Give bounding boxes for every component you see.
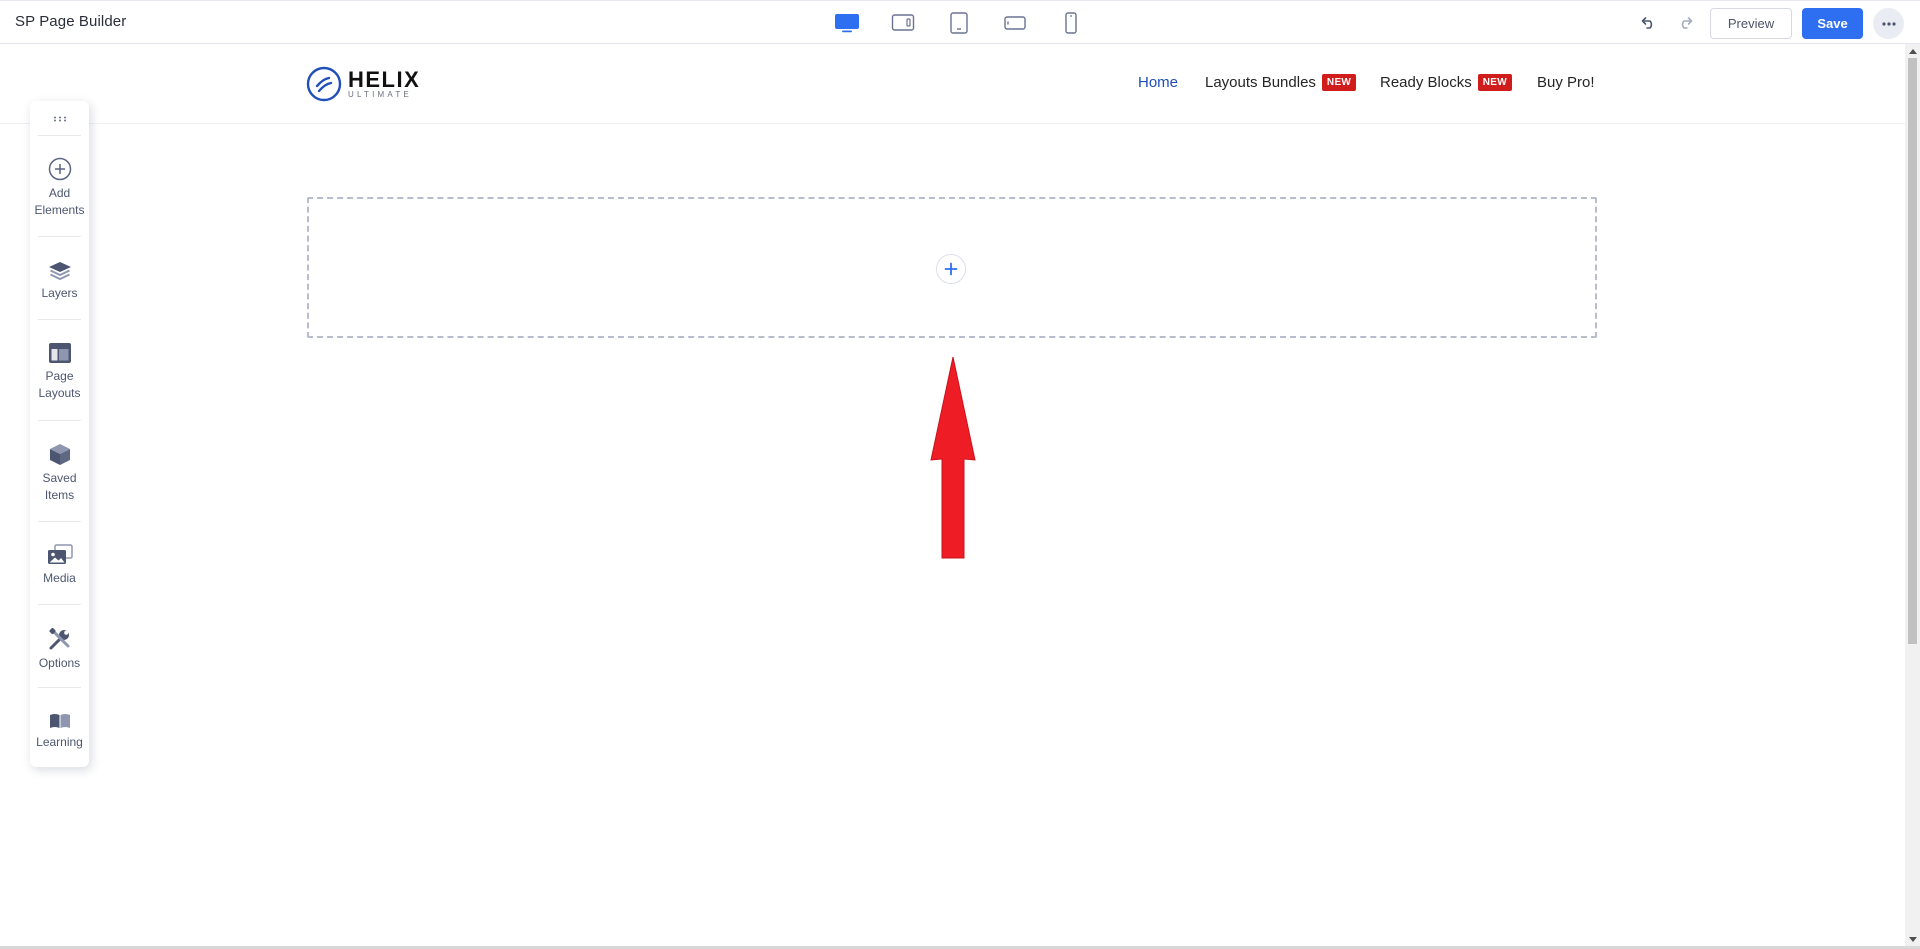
new-badge: NEW <box>1477 74 1512 91</box>
laptop-view-button[interactable] <box>888 9 918 37</box>
nav-item-label: Home <box>1138 74 1179 91</box>
tool-label: Options <box>38 656 81 670</box>
tablet-icon <box>950 12 968 34</box>
plus-icon <box>944 262 958 276</box>
desktop-icon <box>835 14 859 33</box>
preview-button[interactable]: Preview <box>1710 8 1792 39</box>
app-title: SP Page Builder <box>15 13 127 30</box>
page-layout-icon <box>48 343 71 363</box>
book-icon <box>49 714 70 728</box>
nav-item-label: Buy Pro! <box>1537 74 1595 91</box>
divider <box>38 135 81 136</box>
scroll-thumb[interactable] <box>1908 58 1917 644</box>
divider <box>38 319 81 320</box>
tool-label: Add Elements <box>34 186 85 217</box>
redo-icon <box>1681 17 1693 29</box>
redo-button[interactable] <box>1673 9 1699 37</box>
tablet-landscape-icon <box>1004 16 1026 30</box>
nav-item-buy-pro[interactable]: Buy Pro! <box>1537 74 1595 91</box>
desktop-view-button[interactable] <box>832 9 862 37</box>
nav-item-ready-blocks[interactable]: Ready Blocks NEW <box>1380 74 1512 91</box>
top-toolbar: SP Page Builder Preview Save <box>0 0 1920 44</box>
nav-item-layouts-bundles[interactable]: Layouts Bundles NEW <box>1205 74 1357 91</box>
tool-label: Learning <box>36 735 83 749</box>
tool-page-layouts[interactable]: Page Layouts <box>30 342 89 402</box>
panel-drag-handle[interactable] <box>30 109 89 129</box>
mobile-icon <box>1065 12 1077 34</box>
wrench-screwdriver-icon <box>48 627 69 650</box>
more-options-button[interactable] <box>1873 8 1904 39</box>
new-badge: NEW <box>1321 74 1357 91</box>
scroll-down-icon[interactable] <box>1905 932 1920 946</box>
tool-add-elements[interactable]: Add Elements <box>30 157 89 219</box>
red-arrow-icon <box>930 356 976 559</box>
divider <box>38 604 81 605</box>
tablet-landscape-view-button[interactable] <box>1000 9 1030 37</box>
more-horizontal-icon <box>1881 21 1896 26</box>
tool-layers[interactable]: Layers <box>30 259 89 302</box>
tool-label: Saved Items <box>42 471 77 502</box>
tool-label: Layers <box>41 286 78 300</box>
vertical-scrollbar[interactable] <box>1905 44 1920 946</box>
helix-logo[interactable]: HELIX ULTIMATE <box>306 62 426 106</box>
save-button[interactable]: Save <box>1802 8 1863 39</box>
logo-wordmark: HELIX <box>348 67 421 92</box>
drag-dots-icon <box>53 116 66 122</box>
helix-logo-mark-icon <box>306 66 342 102</box>
add-row-button[interactable] <box>936 254 966 284</box>
tool-panel: Add Elements Layers Page Layouts Saved I… <box>30 101 89 767</box>
undo-icon <box>1641 17 1653 29</box>
divider <box>38 236 81 237</box>
tool-saved-items[interactable]: Saved Items <box>30 442 89 504</box>
site-header: HELIX ULTIMATE Home Layouts Bundles NEW … <box>0 44 1905 124</box>
divider <box>38 420 81 421</box>
tablet-view-button[interactable] <box>944 9 974 37</box>
tool-options[interactable]: Options <box>30 627 89 672</box>
divider <box>38 521 81 522</box>
layers-icon <box>48 262 71 281</box>
tool-label: Page Layouts <box>38 369 81 400</box>
laptop-icon <box>891 14 915 31</box>
undo-button[interactable] <box>1635 9 1661 37</box>
nav-item-home[interactable]: Home <box>1138 74 1178 91</box>
mobile-view-button[interactable] <box>1056 9 1086 37</box>
box-icon <box>49 444 70 465</box>
tool-media[interactable]: Media <box>30 544 89 587</box>
scroll-up-icon[interactable] <box>1905 44 1920 58</box>
nav-item-label: Ready Blocks <box>1380 74 1472 91</box>
logo-subtitle: ULTIMATE <box>348 90 412 99</box>
divider <box>38 687 81 688</box>
media-icon <box>47 544 73 564</box>
nav-item-label: Layouts Bundles <box>1205 74 1316 91</box>
tool-learning[interactable]: Learning <box>30 712 89 751</box>
tool-label: Media <box>43 571 76 585</box>
add-circle-icon <box>48 157 71 181</box>
